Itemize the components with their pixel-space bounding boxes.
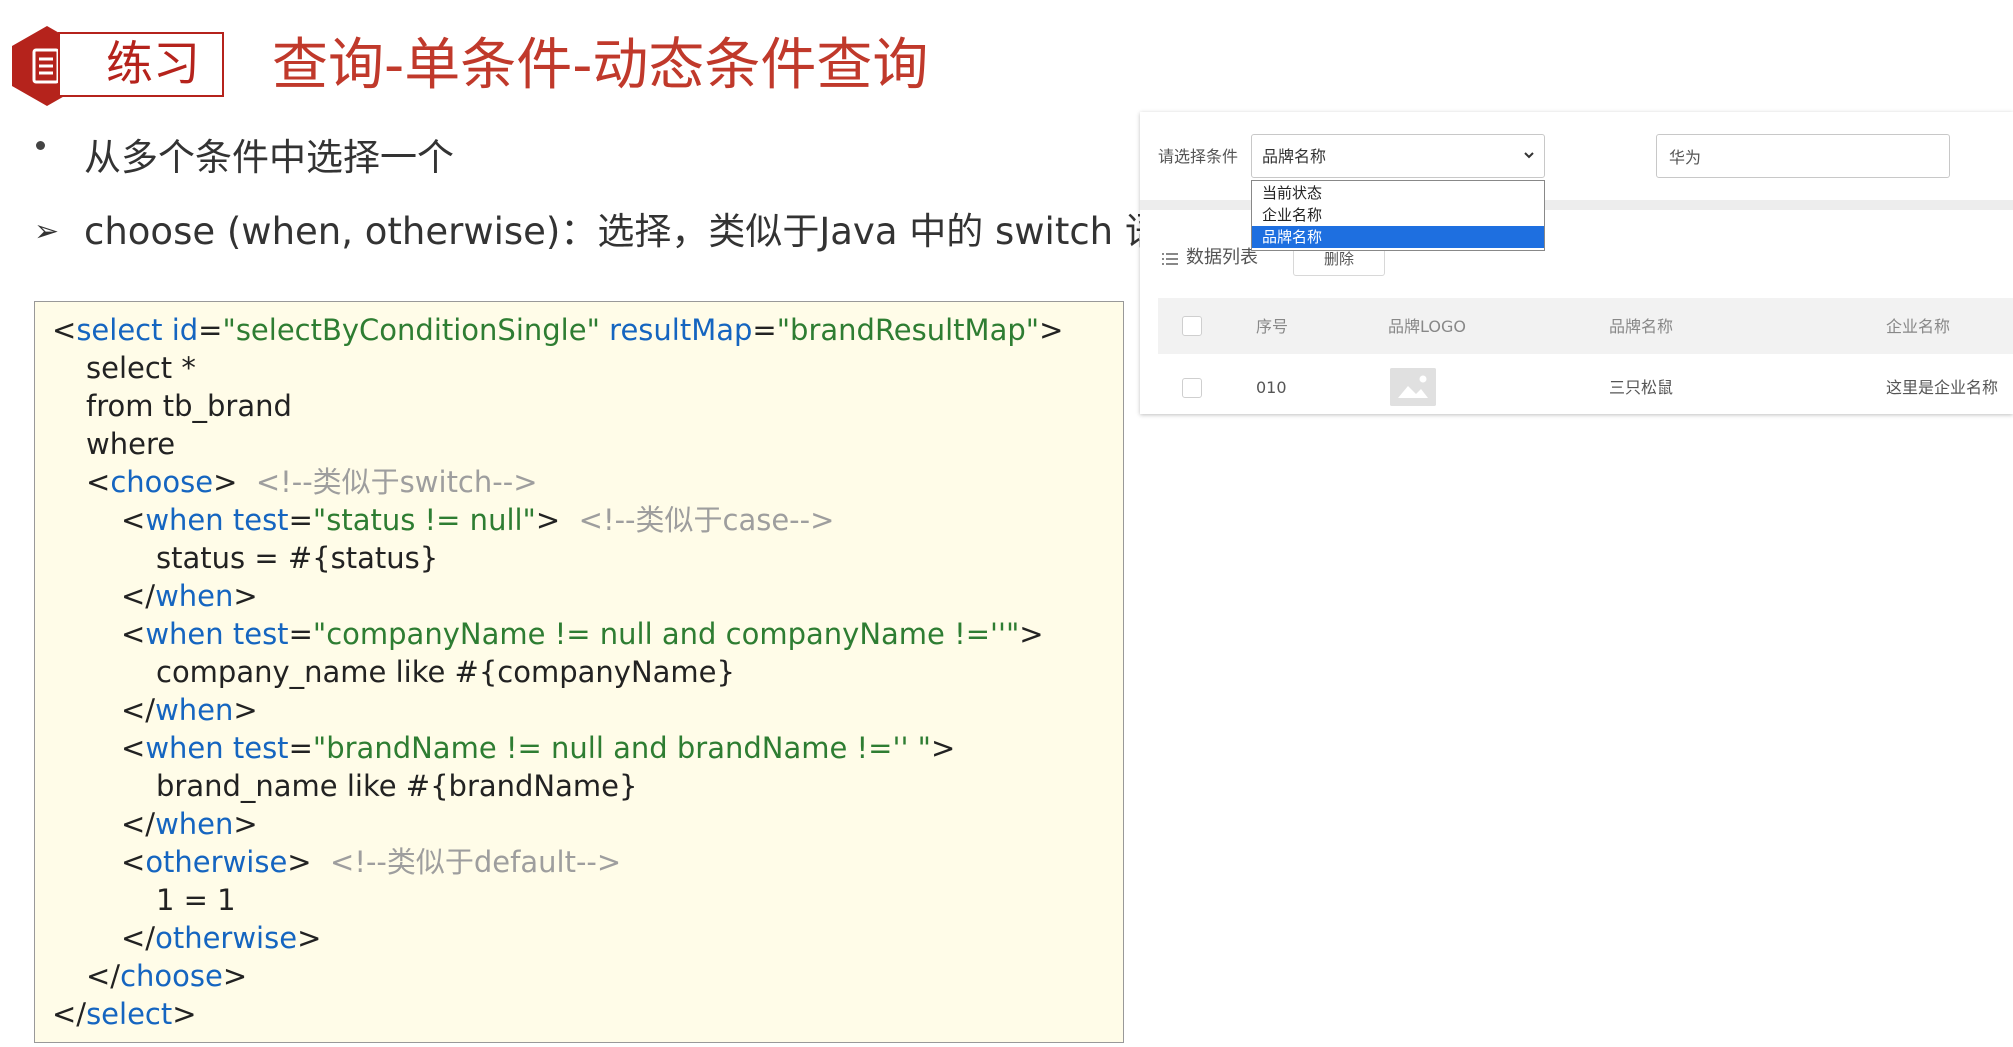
code-line: </otherwise> xyxy=(121,921,322,955)
code-line: from tb_brand xyxy=(86,389,292,423)
column-header: 品牌名称 xyxy=(1609,317,1674,336)
code-line: company_name like #{companyName} xyxy=(156,655,735,689)
select-all-checkbox[interactable] xyxy=(1182,316,1202,336)
code-line: <otherwise> <!--类似于default--> xyxy=(121,845,622,879)
code-line: select * xyxy=(86,351,196,385)
dropdown-option-selected[interactable]: 品牌名称 xyxy=(1252,226,1544,248)
code-line: <when test="companyName != null and comp… xyxy=(121,617,1044,651)
code-line: </when> xyxy=(121,807,258,841)
code-line: status = #{status} xyxy=(156,541,439,575)
code-line: </when> xyxy=(121,693,258,727)
condition-dropdown-list: 当前状态 企业名称 品牌名称 xyxy=(1251,180,1545,251)
bullet-text-2: choose (when, otherwise)：选择，类似于Java 中的 s… xyxy=(84,210,1199,253)
page-title: 查询-单条件-动态条件查询 xyxy=(272,33,929,98)
tag-label: 练习 xyxy=(106,37,200,92)
chevron-down-icon[interactable] xyxy=(1524,150,1534,160)
code-line: <choose> <!--类似于switch--> xyxy=(86,465,538,499)
code-line: where xyxy=(86,427,176,461)
code-line: brand_name like #{brandName} xyxy=(156,769,638,803)
list-icon xyxy=(1162,253,1178,265)
condition-label: 请选择条件 xyxy=(1158,147,1239,166)
column-header: 企业名称 xyxy=(1886,317,1951,336)
column-header: 品牌LOGO xyxy=(1388,317,1466,336)
column-header: 序号 xyxy=(1256,317,1289,336)
data-list-label: 数据列表 xyxy=(1186,247,1258,268)
row-checkbox[interactable] xyxy=(1182,378,1202,398)
row-company-name: 这里是企业名称 xyxy=(1886,378,1999,397)
row-id: 010 xyxy=(1256,378,1287,397)
code-line: <when test="status != null"> <!--类似于case… xyxy=(121,503,835,537)
code-line: <when test="brandName != null and brandN… xyxy=(121,731,956,765)
dropdown-option[interactable]: 当前状态 xyxy=(1252,182,1544,204)
code-block: <select id="selectByConditionSingle" res… xyxy=(34,301,1124,1043)
code-line: </select> xyxy=(52,997,197,1031)
bullet-dot xyxy=(36,141,45,150)
image-placeholder-icon xyxy=(1390,368,1436,406)
search-input-value[interactable]: 华为 xyxy=(1669,148,1701,168)
row-brand-name: 三只松鼠 xyxy=(1609,378,1674,397)
code-line: </choose> xyxy=(86,959,248,993)
code-line: 1 = 1 xyxy=(156,883,236,917)
code-line: <select id="selectByConditionSingle" res… xyxy=(52,313,1064,347)
code-line: </when> xyxy=(121,579,258,613)
condition-select-value[interactable]: 品牌名称 xyxy=(1262,147,1326,167)
arrow-bullet-icon: ➢ xyxy=(34,214,60,249)
bullet-text-1: 从多个条件中选择一个 xyxy=(84,136,454,179)
dropdown-option[interactable]: 企业名称 xyxy=(1252,204,1544,226)
